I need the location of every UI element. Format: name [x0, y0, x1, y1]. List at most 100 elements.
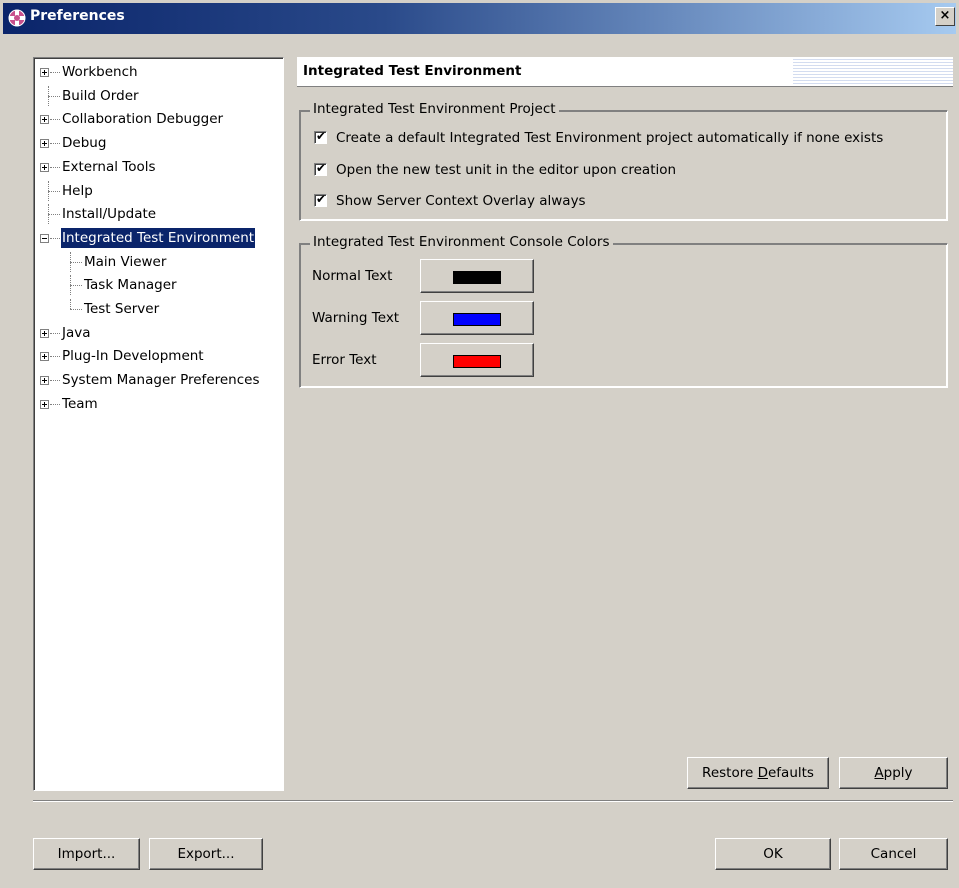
normal-text-swatch	[453, 271, 501, 284]
normal-text-label: Normal Text	[312, 268, 393, 284]
tree-connector	[50, 356, 60, 358]
import-button[interactable]: Import...	[33, 838, 140, 870]
open-test-unit-checkbox[interactable]	[314, 160, 327, 176]
tree-connector	[50, 332, 60, 334]
tree-item-debug[interactable]: Debug	[34, 133, 283, 153]
close-icon: ×	[939, 8, 951, 23]
ok-label: OK	[763, 846, 783, 862]
tree-connector	[48, 180, 49, 201]
tree-item-plug-in-development[interactable]: Plug-In Development	[34, 346, 283, 366]
tree-connector	[48, 190, 60, 192]
tree-connector	[48, 204, 49, 225]
normal-text-color-button[interactable]	[420, 259, 534, 293]
page-title: Integrated Test Environment	[303, 63, 522, 79]
tree-connector	[70, 309, 82, 310]
tree-connector	[70, 261, 82, 263]
tree-item-label: Workbench	[62, 64, 138, 80]
tree-item-main-viewer[interactable]: Main Viewer	[34, 251, 283, 272]
close-button[interactable]: ×	[935, 7, 955, 26]
warning-text-label: Warning Text	[312, 310, 400, 326]
export-button[interactable]: Export...	[149, 838, 263, 870]
tree-connector	[50, 72, 60, 73]
collapse-icon[interactable]	[40, 233, 49, 243]
tree-item-label: External Tools	[62, 158, 156, 175]
expand-icon[interactable]	[40, 328, 49, 338]
show-server-overlay-label: Show Server Context Overlay always	[336, 193, 586, 209]
tree-item-label: Test Server	[84, 301, 160, 317]
tree-item-label: Main Viewer	[84, 253, 167, 270]
expand-icon[interactable]	[40, 162, 49, 172]
console-colors-legend: Integrated Test Environment Console Colo…	[310, 234, 613, 250]
tree-item-install-update[interactable]: Install/Update	[34, 204, 283, 225]
tree-connector	[48, 95, 60, 97]
separator	[33, 800, 953, 802]
restore-defaults-button[interactable]: Restore Defaults	[687, 757, 829, 789]
tree-item-label: Java	[62, 324, 91, 341]
tree-item-label: Collaboration Debugger	[62, 111, 224, 128]
tree-connector	[48, 214, 60, 216]
tree-item-label: Team	[62, 395, 98, 412]
project-group-legend: Integrated Test Environment Project	[310, 101, 559, 117]
tree-connector	[50, 143, 60, 145]
tree-item-java[interactable]: Java	[34, 323, 283, 343]
tree-connector	[50, 380, 60, 382]
expand-icon[interactable]	[40, 376, 49, 386]
restore-defaults-label-pre: Restore	[702, 765, 758, 781]
tree-item-integrated-test-environment[interactable]: Integrated Test Environment	[34, 226, 283, 249]
expand-icon[interactable]	[40, 68, 49, 77]
tree-connector	[50, 403, 60, 405]
apply-mnemonic: A	[874, 765, 884, 781]
expand-icon[interactable]	[40, 352, 49, 362]
error-text-swatch	[453, 355, 501, 368]
open-test-unit-label: Open the new test unit in the editor upo…	[336, 162, 677, 178]
tree-item-label: Debug	[62, 135, 107, 152]
window-title: Preferences	[30, 8, 125, 24]
tree-item-label: Build Order	[62, 87, 139, 104]
tree-item-label: Integrated Test Environment	[59, 226, 257, 249]
error-text-label: Error Text	[312, 352, 377, 368]
tree-item-system-manager-preferences[interactable]: System Manager Preferences	[34, 370, 283, 390]
create-default-project-checkbox[interactable]	[314, 128, 327, 144]
export-label: Export...	[177, 846, 235, 862]
tree-item-label: Task Manager	[84, 277, 177, 294]
expand-icon[interactable]	[40, 115, 49, 125]
tree-item-external-tools[interactable]: External Tools	[34, 157, 283, 177]
import-label: Import...	[57, 846, 116, 862]
apply-label-post: pply	[883, 765, 913, 781]
tree-item-label: System Manager Preferences	[62, 372, 260, 389]
create-default-project-label: Create a default Integrated Test Environ…	[336, 130, 884, 146]
tree-item-label: Help	[62, 182, 93, 199]
header-decoration	[793, 57, 953, 86]
tree-item-task-manager[interactable]: Task Manager	[34, 275, 283, 296]
tree-item-label: Plug-In Development	[62, 348, 204, 365]
ok-button[interactable]: OK	[715, 838, 831, 870]
expand-icon[interactable]	[40, 139, 49, 149]
tree-connector	[70, 285, 82, 287]
restore-defaults-label-post: efaults	[767, 765, 814, 781]
show-server-overlay-checkbox[interactable]	[314, 191, 327, 207]
warning-text-swatch	[453, 313, 501, 326]
tree-item-test-server[interactable]: Test Server	[34, 299, 283, 319]
tree-item-team[interactable]: Team	[34, 394, 283, 414]
cancel-label: Cancel	[870, 846, 917, 862]
page-header: Integrated Test Environment	[297, 57, 953, 87]
tree-item-collaboration-debugger[interactable]: Collaboration Debugger	[34, 109, 283, 129]
title-bar: Preferences ×	[0, 0, 959, 34]
error-text-color-button[interactable]	[420, 343, 534, 377]
tree-item-help[interactable]: Help	[34, 180, 283, 201]
tree-item-workbench[interactable]: Workbench	[34, 62, 283, 82]
project-group: Integrated Test Environment Project Crea…	[299, 101, 948, 221]
expand-icon[interactable]	[40, 399, 49, 409]
preferences-tree[interactable]: Workbench Build Order Collaboration Debugg…	[33, 57, 284, 791]
eclipse-app-icon	[8, 9, 26, 27]
cancel-button[interactable]: Cancel	[839, 838, 948, 870]
tree-connector	[70, 299, 71, 309]
tree-connector	[48, 85, 49, 106]
apply-button[interactable]: Apply	[839, 757, 948, 789]
console-colors-group: Integrated Test Environment Console Colo…	[299, 234, 948, 388]
tree-item-build-order[interactable]: Build Order	[34, 85, 283, 106]
warning-text-color-button[interactable]	[420, 301, 534, 335]
tree-item-label: Install/Update	[62, 206, 157, 223]
tree-connector	[50, 119, 60, 121]
restore-defaults-mnemonic: D	[757, 765, 768, 781]
